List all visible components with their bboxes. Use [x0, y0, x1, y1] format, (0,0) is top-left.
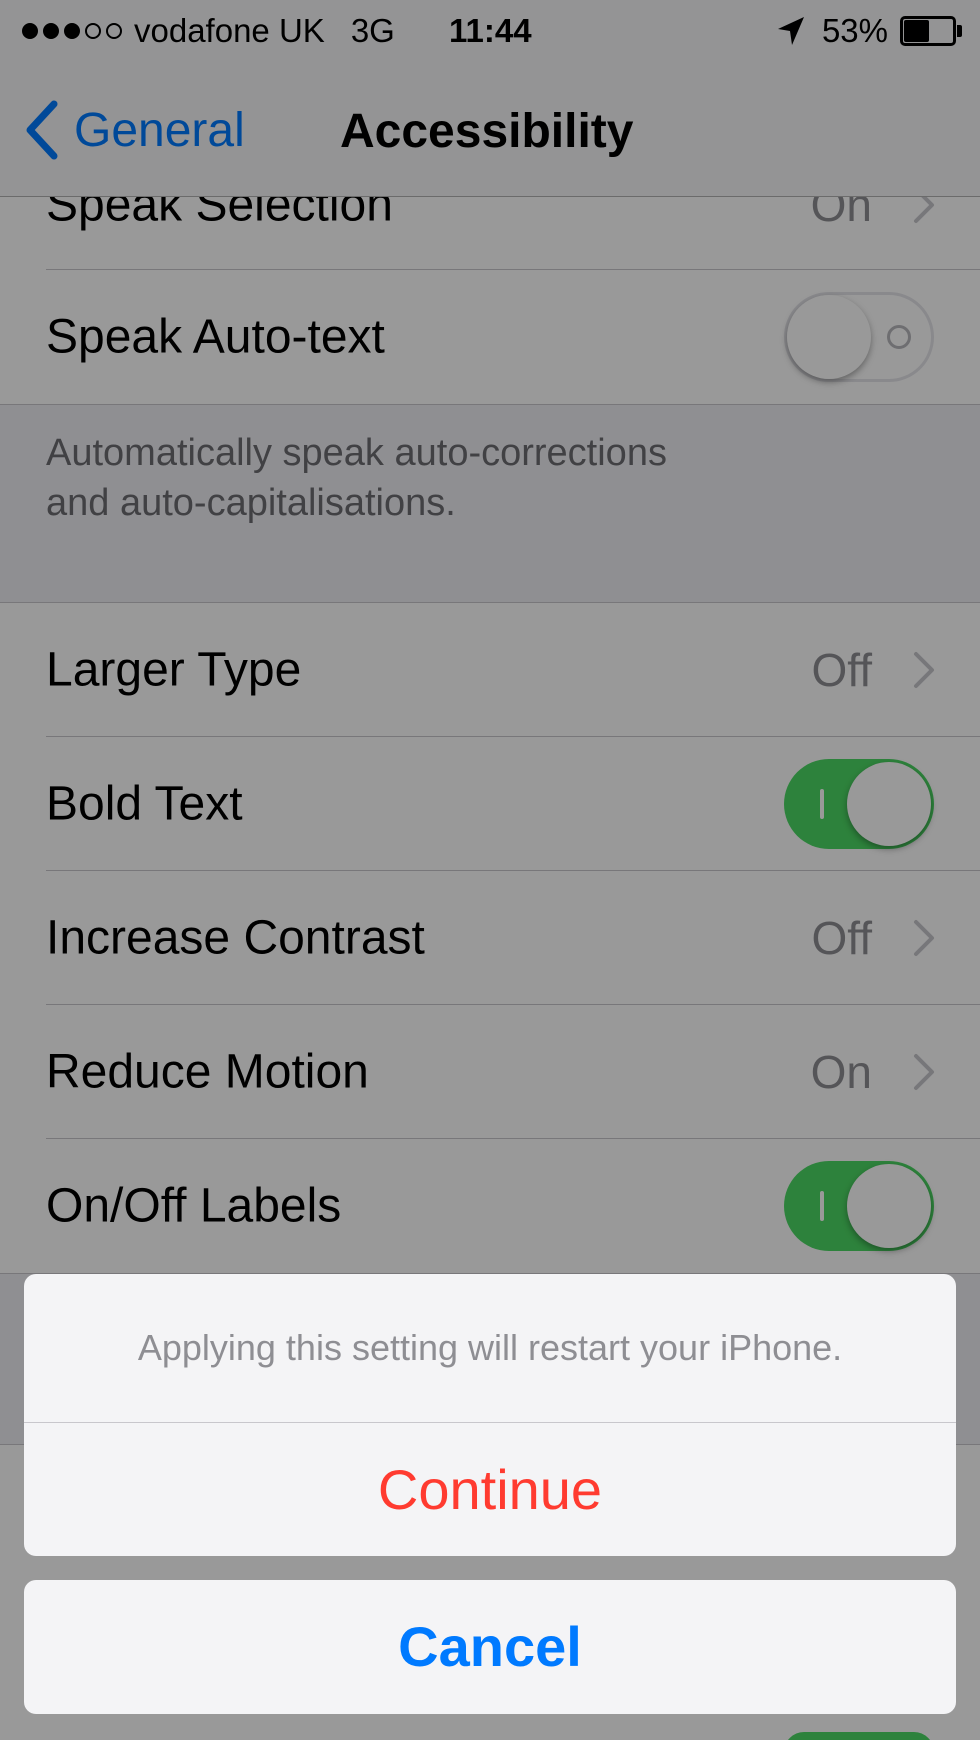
- continue-button[interactable]: Continue: [24, 1423, 956, 1556]
- action-sheet: Applying this setting will restart your …: [24, 1274, 956, 1556]
- action-sheet-message: Applying this setting will restart your …: [137, 1327, 843, 1368]
- cancel-button[interactable]: Cancel: [24, 1580, 956, 1714]
- screen: Speak Selection On Speak Auto-text Autom…: [0, 0, 980, 1740]
